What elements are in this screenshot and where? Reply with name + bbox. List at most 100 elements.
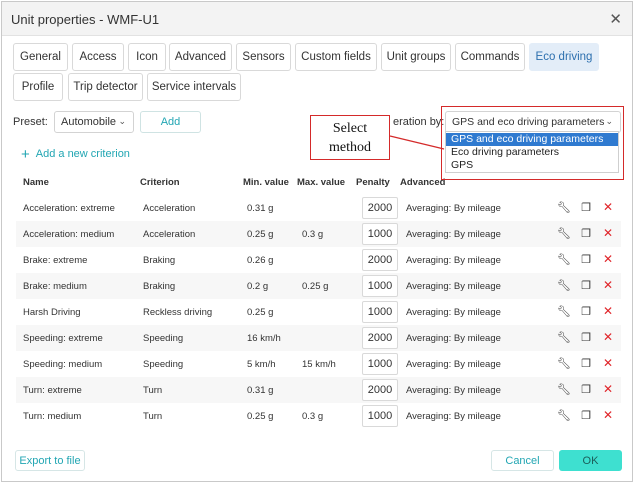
delete-icon[interactable]: ✕ <box>601 381 615 397</box>
penalty-input[interactable]: 2000 <box>362 197 398 219</box>
row-name: Acceleration: medium <box>23 229 115 240</box>
delete-icon[interactable]: ✕ <box>601 251 615 267</box>
row-max-value: 0.3 g <box>302 411 324 422</box>
row-min-value: 0.31 g <box>247 203 274 214</box>
copy-icon[interactable]: ❐ <box>579 225 593 241</box>
copy-icon[interactable]: ❐ <box>579 277 593 293</box>
tab-general[interactable]: General <box>13 43 68 71</box>
penalty-input[interactable]: 2000 <box>362 379 398 401</box>
wrench-icon[interactable]: 🔧︎ <box>557 277 571 293</box>
tab-advanced[interactable]: Advanced <box>169 43 232 71</box>
dropdown-option-gps-and-eco[interactable]: GPS and eco driving parameters <box>446 133 618 146</box>
penalty-input[interactable]: 1000 <box>362 301 398 323</box>
penalty-input[interactable]: 2000 <box>362 249 398 271</box>
row-criterion: Speeding <box>143 333 184 344</box>
ok-button[interactable]: OK <box>559 450 622 471</box>
penalty-input[interactable]: 1000 <box>362 275 398 297</box>
copy-icon[interactable]: ❐ <box>579 251 593 267</box>
row-criterion: Braking <box>143 281 176 292</box>
row-criterion: Reckless driving <box>143 307 213 318</box>
dropdown-option-eco-driving[interactable]: Eco driving parameters <box>446 146 618 159</box>
column-header-advanced: Advanced <box>400 177 446 188</box>
copy-icon[interactable]: ❐ <box>579 303 593 319</box>
row-criterion: Speeding <box>143 359 184 370</box>
row-min-value: 5 km/h <box>247 359 276 370</box>
delete-icon[interactable]: ✕ <box>601 303 615 319</box>
wrench-icon[interactable]: 🔧︎ <box>557 225 571 241</box>
add-criterion-link[interactable]: + Add a new criterion <box>21 145 130 163</box>
add-preset-button[interactable]: Add <box>140 111 201 133</box>
column-header-max-value: Max. value <box>297 177 346 188</box>
tab-unit-groups[interactable]: Unit groups <box>381 43 451 71</box>
row-min-value: 0.31 g <box>247 385 274 396</box>
dropdown-option-gps[interactable]: GPS <box>446 159 618 172</box>
row-min-value: 0.25 g <box>247 307 274 318</box>
row-max-value: 0.3 g <box>302 229 324 240</box>
wrench-icon[interactable]: 🔧︎ <box>557 381 571 397</box>
tab-profile[interactable]: Profile <box>13 73 63 101</box>
chevron-down-icon: ⌄ <box>118 116 126 126</box>
tab-service-intervals[interactable]: Service intervals <box>147 73 241 101</box>
penalty-input[interactable]: 1000 <box>362 223 398 245</box>
close-icon[interactable]: ✕ <box>609 10 622 28</box>
delete-icon[interactable]: ✕ <box>601 355 615 371</box>
row-advanced: Averaging: By mileage <box>406 229 501 240</box>
annotation-callout: Select method <box>310 115 390 160</box>
copy-icon[interactable]: ❐ <box>579 407 593 423</box>
tab-eco-driving[interactable]: Eco driving <box>529 43 599 71</box>
penalty-input[interactable]: 1000 <box>362 353 398 375</box>
tab-icon[interactable]: Icon <box>128 43 166 71</box>
delete-icon[interactable]: ✕ <box>601 225 615 241</box>
wrench-icon[interactable]: 🔧︎ <box>557 407 571 423</box>
penalty-input[interactable]: 2000 <box>362 327 398 349</box>
wrench-icon[interactable]: 🔧︎ <box>557 199 571 215</box>
preset-value: Automobile <box>61 116 117 128</box>
preset-select[interactable]: Automobile ⌄ <box>54 111 134 133</box>
row-max-value: 15 km/h <box>302 359 336 370</box>
table-row: Brake: medium Braking 0.2 g 0.25 g 1000 … <box>16 273 621 299</box>
table-row: Turn: extreme Turn 0.31 g 2000 Averaging… <box>16 377 621 403</box>
calculation-method-dropdown-list[interactable]: GPS and eco driving parameters Eco drivi… <box>445 131 619 173</box>
wrench-icon[interactable]: 🔧︎ <box>557 303 571 319</box>
unit-properties-dialog: Unit properties - WMF-U1 ✕ General Acces… <box>1 1 633 482</box>
tab-access[interactable]: Access <box>72 43 124 71</box>
title-bar: Unit properties - WMF-U1 ✕ <box>2 2 632 36</box>
copy-icon[interactable]: ❐ <box>579 381 593 397</box>
row-criterion: Acceleration <box>143 203 196 214</box>
column-header-penalty: Penalty <box>356 177 390 188</box>
penalty-input[interactable]: 1000 <box>362 405 398 427</box>
export-to-file-button[interactable]: Export to file <box>15 450 85 471</box>
delete-icon[interactable]: ✕ <box>601 199 615 215</box>
copy-icon[interactable]: ❐ <box>579 329 593 345</box>
row-criterion: Turn <box>143 411 163 422</box>
tab-trip-detector[interactable]: Trip detector <box>68 73 143 101</box>
dialog-title: Unit properties - WMF-U1 <box>11 12 160 27</box>
delete-icon[interactable]: ✕ <box>601 407 615 423</box>
row-name: Brake: medium <box>23 281 87 292</box>
table-row: Acceleration: medium Acceleration 0.25 g… <box>16 221 621 247</box>
row-min-value: 0.25 g <box>247 411 274 422</box>
row-max-value: 0.25 g <box>302 281 329 292</box>
row-min-value: 0.26 g <box>247 255 274 266</box>
wrench-icon[interactable]: 🔧︎ <box>557 329 571 345</box>
tab-sensors[interactable]: Sensors <box>236 43 291 71</box>
copy-icon[interactable]: ❐ <box>579 199 593 215</box>
row-advanced: Averaging: By mileage <box>406 255 501 266</box>
tab-commands[interactable]: Commands <box>455 43 525 71</box>
row-min-value: 16 km/h <box>247 333 281 344</box>
row-advanced: Averaging: By mileage <box>406 385 501 396</box>
wrench-icon[interactable]: 🔧︎ <box>557 355 571 371</box>
row-criterion: Turn <box>143 385 163 396</box>
cancel-button[interactable]: Cancel <box>491 450 554 471</box>
plus-icon: + <box>21 145 30 163</box>
delete-icon[interactable]: ✕ <box>601 329 615 345</box>
row-advanced: Averaging: By mileage <box>406 307 501 318</box>
delete-icon[interactable]: ✕ <box>601 277 615 293</box>
tab-custom-fields[interactable]: Custom fields <box>295 43 377 71</box>
wrench-icon[interactable]: 🔧︎ <box>557 251 571 267</box>
row-name: Speeding: medium <box>23 359 103 370</box>
table-row: Speeding: extreme Speeding 16 km/h 2000 … <box>16 325 621 351</box>
row-name: Brake: extreme <box>23 255 88 266</box>
copy-icon[interactable]: ❐ <box>579 355 593 371</box>
table-row: Turn: medium Turn 0.25 g 0.3 g 1000 Aver… <box>16 403 621 429</box>
